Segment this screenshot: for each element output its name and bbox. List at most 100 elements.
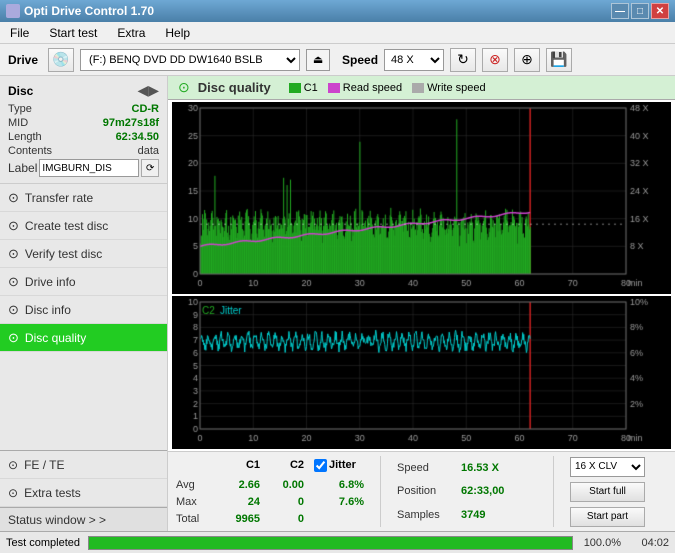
sidebar-item-fe-te[interactable]: ⊙ FE / TE [0,451,167,479]
label-refresh-icon[interactable]: ⟳ [141,159,159,177]
verify-test-disc-label: Verify test disc [25,247,102,261]
avg-c2: 0.00 [264,479,304,491]
status-window-button[interactable]: Status window > > [0,507,167,531]
max-c1: 24 [215,496,260,508]
sidebar-item-transfer-rate[interactable]: ⊙ Transfer rate [0,184,167,212]
stats-blank [176,459,211,472]
contents-label: Contents [8,145,52,157]
length-value: 62:34.50 [116,131,159,143]
position-value: 62:33,00 [461,485,504,497]
drive-info-icon: ⊙ [8,274,19,290]
speed-select[interactable]: 48 X [384,49,444,71]
length-label: Length [8,131,42,143]
fe-te-label: FE / TE [24,458,64,472]
avg-label: Avg [176,479,211,491]
sidebar-item-drive-info[interactable]: ⊙ Drive info [0,268,167,296]
disc-label-key: Label [8,161,37,175]
transfer-rate-icon: ⊙ [8,190,19,206]
c1-legend-box [289,83,301,93]
erase-button[interactable]: ⊗ [482,48,508,72]
jitter-checkbox[interactable] [314,459,327,472]
transfer-rate-label: Transfer rate [25,191,93,205]
disc-arrow-icon[interactable]: ◀▶ [137,82,159,99]
sidebar: Disc ◀▶ Type CD-R MID 97m27s18f Length 6… [0,76,168,531]
drive-bar: Drive 💿 (F:) BENQ DVD DD DW1640 BSLB ⏏ S… [0,44,675,76]
label-input[interactable] [39,159,139,177]
create-test-disc-icon: ⊙ [8,218,19,234]
disc-info-panel: Disc ◀▶ Type CD-R MID 97m27s18f Length 6… [0,76,167,184]
write-speed-legend-label: Write speed [427,82,486,94]
samples-label: Samples [397,509,457,521]
app-icon [6,4,20,18]
maximize-button[interactable]: □ [631,3,649,19]
disc-quality-header: ⊙ Disc quality C1 Read speed Write speed [168,76,675,100]
disc-quality-label: Disc quality [25,331,86,345]
refresh-button[interactable]: ↻ [450,48,476,72]
save-button[interactable]: 💾 [546,48,572,72]
clv-select[interactable]: 16 X CLV [570,457,645,477]
menu-bar: File Start test Extra Help [0,22,675,44]
menu-help[interactable]: Help [159,24,196,42]
total-c1: 9965 [215,513,260,525]
start-full-button[interactable]: Start full [570,482,645,502]
create-test-disc-label: Create test disc [25,219,108,233]
drive-icon: 💿 [48,48,74,72]
c2-col-header: C2 [264,459,304,472]
disc-info-label: Disc info [25,303,71,317]
drive-select[interactable]: (F:) BENQ DVD DD DW1640 BSLB [80,49,300,71]
jitter-col-header: Jitter [329,459,356,471]
read-speed-legend-label: Read speed [343,82,402,94]
c2-jitter-chart [172,296,671,449]
disc-quality-header-icon: ⊙ [178,79,190,96]
samples-value: 3749 [461,509,485,521]
c1-col-header: C1 [215,459,260,472]
contents-value: data [138,145,159,157]
disc-section-title: Disc [8,84,33,98]
extra-tests-icon: ⊙ [8,486,18,500]
app-title: Opti Drive Control 1.70 [24,4,154,18]
close-button[interactable]: ✕ [651,3,669,19]
c1-legend-label: C1 [304,82,318,94]
status-bar: Test completed 100.0% 04:02 [0,531,675,553]
sidebar-item-extra-tests[interactable]: ⊙ Extra tests [0,479,167,507]
sidebar-item-verify-test-disc[interactable]: ⊙ Verify test disc [0,240,167,268]
drive-info-label: Drive info [25,275,76,289]
progress-bar [88,536,573,550]
progress-percentage: 100.0% [581,537,621,549]
menu-file[interactable]: File [4,24,35,42]
minimize-button[interactable]: — [611,3,629,19]
status-window-label: Status window > > [8,513,106,527]
speed-label: Speed [342,53,378,67]
fe-te-icon: ⊙ [8,458,18,472]
disc-quality-title: Disc quality [198,80,271,95]
avg-jitter: 6.8% [314,479,364,491]
type-value: CD-R [132,103,160,115]
drive-label: Drive [8,53,38,67]
charts-area [168,100,675,451]
speed-stat-value: 16.53 X [461,462,499,474]
position-label: Position [397,485,457,497]
stats-bar: C1 C2 Jitter Avg 2.66 0.00 6.8% Max 24 [168,451,675,531]
extra-tests-label: Extra tests [24,486,81,500]
type-label: Type [8,103,32,115]
sidebar-item-disc-info[interactable]: ⊙ Disc info [0,296,167,324]
eject-button[interactable]: ⏏ [306,49,330,71]
status-time: 04:02 [629,537,669,549]
copy-button[interactable]: ⊕ [514,48,540,72]
sidebar-item-create-test-disc[interactable]: ⊙ Create test disc [0,212,167,240]
sidebar-item-disc-quality[interactable]: ⊙ Disc quality [0,324,167,352]
max-c2: 0 [264,496,304,508]
total-c2: 0 [264,513,304,525]
menu-extra[interactable]: Extra [111,24,151,42]
c1-chart [172,102,671,294]
max-label: Max [176,496,211,508]
read-speed-legend-box [328,83,340,93]
content-area: ⊙ Disc quality C1 Read speed Write speed [168,76,675,531]
menu-start-test[interactable]: Start test [43,24,103,42]
max-jitter: 7.6% [314,496,364,508]
speed-stat-label: Speed [397,462,457,474]
start-part-button[interactable]: Start part [570,507,645,527]
mid-value: 97m27s18f [103,117,159,129]
sidebar-menu: ⊙ Transfer rate ⊙ Create test disc ⊙ Ver… [0,184,167,450]
verify-test-disc-icon: ⊙ [8,246,19,262]
